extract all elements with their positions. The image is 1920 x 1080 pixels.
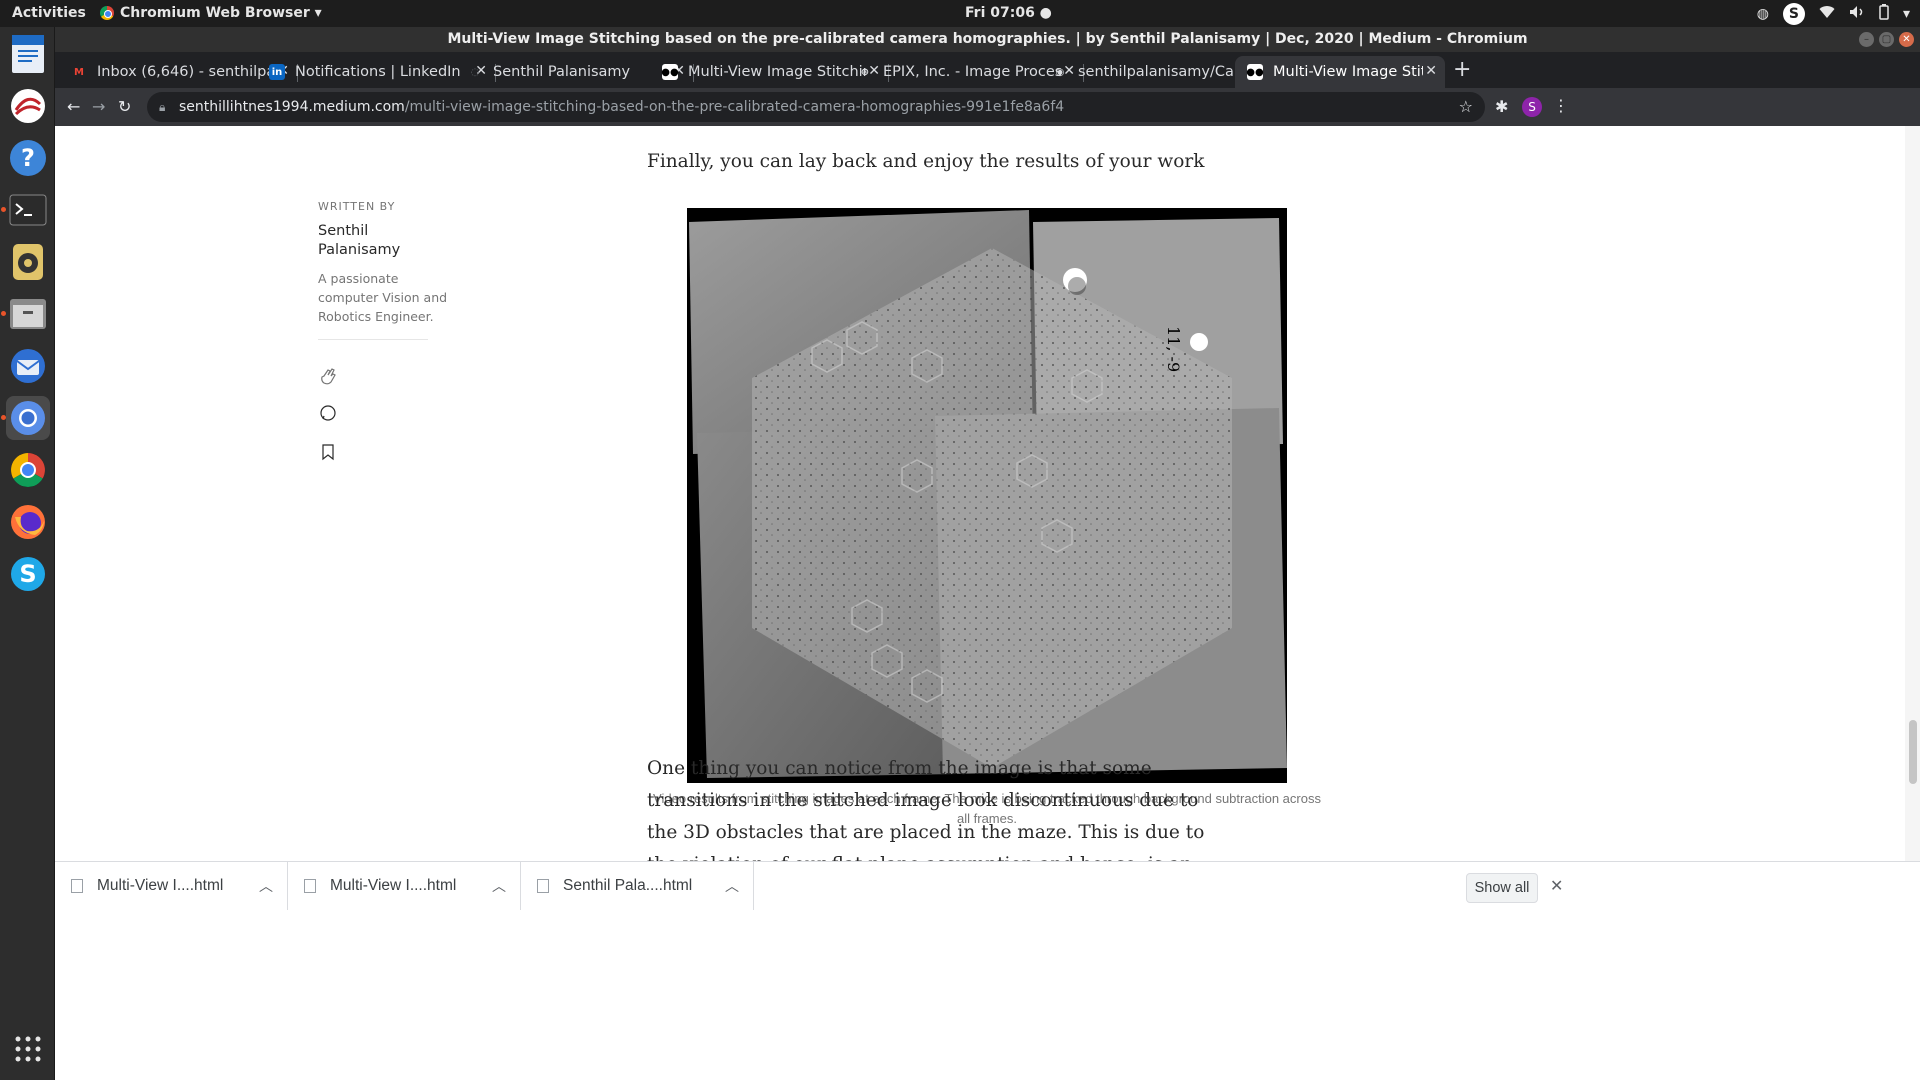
libreoffice-writer-icon[interactable] (6, 32, 50, 76)
tab-medium-active[interactable]: ●● Multi-View Image Stitchin ✕ (1235, 56, 1445, 88)
firefox-icon[interactable] (6, 500, 50, 544)
chevron-up-icon[interactable]: ︿ (725, 876, 739, 896)
author-card: WRITTEN BY Senthil Palanisamy A passiona… (318, 200, 448, 326)
download-item[interactable]: Senthil Pala....html ︿ (521, 862, 754, 910)
chromium-icon (100, 6, 114, 20)
page-content: Finally, you can lay back and enjoy the … (55, 126, 1920, 861)
medium-icon: ●● (661, 64, 679, 80)
browser-toolbar: ← → ↻ 🔒︎ senthillihtnes1994.medium.com/m… (55, 88, 1920, 126)
tab-strip: M Inbox (6,646) - senthilpala ✕ in Notif… (55, 52, 1920, 88)
download-filename: Senthil Pala....html (563, 877, 693, 894)
comment-icon[interactable] (319, 404, 337, 422)
lock-icon[interactable]: 🔒︎ (159, 92, 165, 122)
skype-icon[interactable]: S (6, 552, 50, 596)
app-menu-label: Chromium Web Browser ▾ (120, 5, 322, 21)
rhythmbox-icon[interactable] (6, 240, 50, 284)
bookmark-icon[interactable] (319, 443, 337, 461)
browser-window: Multi-View Image Stitching based on the … (55, 27, 1920, 1080)
close-icon[interactable]: ✕ (1550, 876, 1563, 895)
dock: ? S (0, 27, 55, 1080)
address-bar[interactable]: 🔒︎ senthillihtnes1994.medium.com/multi-v… (147, 92, 1485, 122)
tab-label: Notifications | LinkedIn (295, 64, 461, 80)
clap-icon[interactable] (319, 366, 337, 385)
download-filename: Multi-View I....html (330, 877, 457, 894)
github-icon: ◉ (1055, 66, 1065, 78)
stitched-maze-image: 11, -9 (687, 208, 1287, 783)
article-paragraph: One thing you can notice from the image … (647, 758, 1205, 861)
app-menu[interactable]: Chromium Web Browser ▾ (100, 5, 322, 21)
globe-icon: ◌ (470, 66, 480, 78)
file-icon (537, 879, 549, 893)
show-applications-icon[interactable] (6, 1027, 50, 1071)
stitched-image-drawing (687, 208, 1287, 783)
window-controls: – ▢ ✕ (1859, 32, 1914, 47)
written-by-label: WRITTEN BY (318, 200, 396, 213)
chevron-up-icon[interactable]: ︿ (492, 876, 506, 896)
network-globe-icon[interactable]: ◍ (1757, 6, 1769, 22)
forward-arrow-icon[interactable]: → (92, 97, 105, 116)
page-scrollbar[interactable] (1905, 126, 1920, 861)
tab-label: Multi-View Image Stitchin (1273, 64, 1423, 80)
minimize-button[interactable]: – (1859, 32, 1874, 47)
url-path: /multi-view-image-stitching-based-on-the… (404, 99, 1065, 115)
download-item[interactable]: Multi-View I....html ︿ (288, 862, 521, 910)
article-paragraph: Finally, you can lay back and enjoy the … (647, 151, 1205, 172)
svg-text:S: S (19, 560, 36, 588)
skype-tray-icon[interactable]: S (1782, 3, 1805, 25)
file-icon (304, 879, 316, 893)
gmail-icon: M (74, 66, 84, 78)
system-tray[interactable]: ◍ S ▾ (1757, 3, 1910, 25)
red-app-icon[interactable] (6, 84, 50, 128)
extensions-puzzle-icon[interactable]: ✱ (1495, 97, 1508, 116)
window-title: Multi-View Image Stitching based on the … (55, 27, 1920, 52)
clock[interactable]: Fri 07:06 ● (965, 5, 1052, 21)
running-indicator (1, 311, 6, 316)
file-icon (71, 879, 83, 893)
google-chrome-icon[interactable] (6, 448, 50, 492)
chromium-icon[interactable] (1, 396, 50, 440)
running-indicator (1, 415, 6, 420)
medium-icon: ●● (1246, 64, 1264, 80)
tracking-coordinate-label: 11, -9 (1164, 326, 1183, 373)
tab-label: Inbox (6,646) - senthilpala (97, 64, 275, 80)
browser-menu-icon[interactable]: ⋮ (1553, 96, 1569, 115)
author-name[interactable]: Senthil Palanisamy (318, 222, 448, 260)
tab-label: Senthil Palanisamy (493, 64, 631, 80)
new-tab-button[interactable]: + (1453, 57, 1471, 82)
maximize-button[interactable]: ▢ (1879, 32, 1894, 47)
wifi-icon[interactable] (1819, 5, 1835, 23)
show-all-button[interactable]: Show all (1466, 873, 1538, 903)
epix-icon: ⊛ (860, 66, 870, 78)
help-icon[interactable]: ? (6, 136, 50, 180)
files-icon[interactable] (1, 292, 50, 336)
download-item[interactable]: Multi-View I....html ︿ (55, 862, 288, 910)
chevron-up-icon[interactable]: ︿ (259, 876, 273, 896)
divider (318, 339, 428, 340)
tab-label: Multi-View Image Stitchin (688, 64, 866, 80)
terminal-icon[interactable] (1, 188, 50, 232)
download-shelf: Multi-View I....html ︿ Multi-View I....h… (55, 861, 1920, 910)
tab-label: EPIX, Inc. - Image Processi (883, 64, 1061, 80)
volume-icon[interactable] (1849, 5, 1865, 23)
battery-icon[interactable] (1879, 4, 1889, 24)
linkedin-icon: in (269, 64, 285, 80)
svg-text:?: ? (21, 144, 35, 172)
scrollbar-thumb[interactable] (1909, 720, 1917, 784)
back-arrow-icon[interactable]: ← (67, 97, 80, 116)
tab-label: senthilpalanisamy/Camer (1078, 64, 1256, 80)
activities-button[interactable]: Activities (12, 5, 86, 21)
reload-icon[interactable]: ↻ (118, 97, 131, 116)
profile-avatar[interactable]: S (1522, 97, 1542, 117)
author-bio: A passionate computer Vision and Robotic… (318, 271, 448, 324)
system-top-bar: Activities Chromium Web Browser ▾ Fri 07… (0, 0, 1920, 27)
running-indicator (1, 207, 6, 212)
url-host: senthillihtnes1994.medium.com (179, 99, 405, 115)
download-filename: Multi-View I....html (97, 877, 224, 894)
bookmark-star-icon[interactable]: ☆ (1459, 92, 1473, 122)
tab-close-icon[interactable]: ✕ (1425, 63, 1437, 79)
thunderbird-icon[interactable] (6, 344, 50, 388)
power-menu-chevron-icon[interactable]: ▾ (1903, 6, 1910, 22)
close-window-button[interactable]: ✕ (1899, 32, 1914, 47)
